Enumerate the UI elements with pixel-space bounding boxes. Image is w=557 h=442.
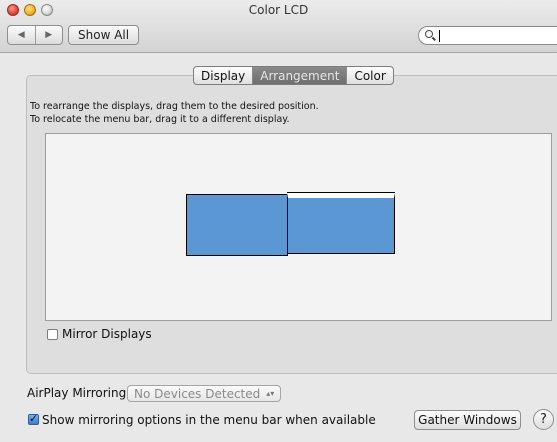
window-title: Color LCD (248, 3, 309, 17)
help-button[interactable]: ? (533, 409, 554, 430)
airplay-device-popup[interactable]: No Devices Detected ▴▾ (127, 385, 282, 402)
tab-bar: Display Arrangement Color (193, 66, 394, 85)
forward-button[interactable]: ▶ (34, 26, 63, 44)
display-primary-with-menu-bar[interactable] (287, 193, 395, 254)
instruction-menu-bar: To relocate the menu bar, drag it to a d… (30, 114, 290, 125)
airplay-selected-value: No Devices Detected (134, 386, 261, 401)
back-arrow-icon: ◀ (17, 30, 25, 40)
text-cursor (439, 30, 440, 42)
display-secondary[interactable] (186, 194, 288, 256)
show-mirroring-options-checkbox[interactable] (28, 412, 39, 425)
back-forward-control: ◀ ▶ (7, 25, 63, 45)
show-all-button[interactable]: Show All (68, 25, 140, 45)
tab-display[interactable]: Display (194, 67, 252, 84)
window-titlebar: Color LCD ◀ ▶ Show All (0, 0, 557, 53)
popup-arrows-icon: ▴▾ (266, 389, 275, 398)
show-mirroring-options-label: Show mirroring options in the menu bar w… (42, 413, 376, 427)
display-arrangement-area (45, 133, 552, 321)
tab-color[interactable]: Color (346, 67, 392, 84)
mirror-displays-checkbox[interactable] (47, 329, 58, 340)
search-icon (425, 30, 433, 38)
tab-arrangement[interactable]: Arrangement (252, 67, 347, 84)
instruction-rearrange: To rearrange the displays, drag them to … (30, 101, 319, 112)
forward-arrow-icon: ▶ (45, 30, 53, 40)
back-button[interactable]: ◀ (8, 26, 35, 44)
search-field[interactable] (418, 26, 557, 45)
mirror-displays-label: Mirror Displays (62, 327, 152, 341)
airplay-mirroring-label: AirPlay Mirroring: (27, 386, 131, 400)
gather-windows-button[interactable]: Gather Windows (414, 410, 521, 430)
